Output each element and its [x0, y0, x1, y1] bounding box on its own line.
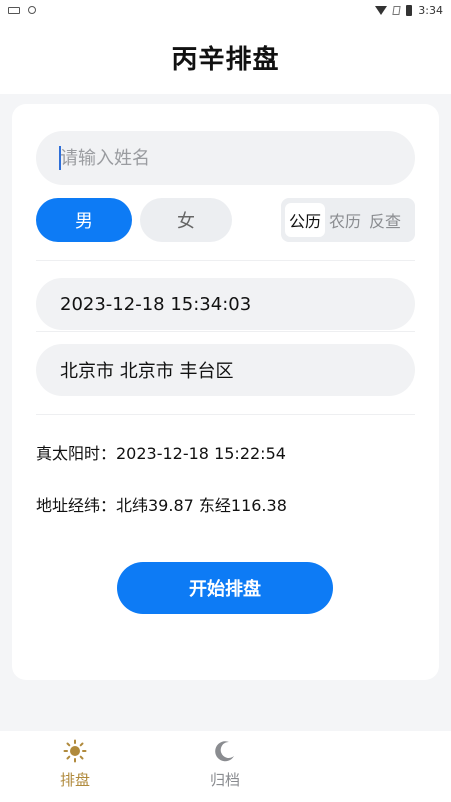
moon-icon — [215, 741, 234, 762]
nav-item-guidang[interactable]: 归档 — [185, 739, 265, 790]
text-cursor — [59, 146, 61, 170]
calendar-type-selector: 公历 农历 反查 — [281, 198, 415, 242]
address-coordinates: 地址经纬：北纬39.87 东经116.38 — [36, 496, 287, 515]
page-title: 丙辛排盘 — [171, 44, 280, 75]
divider — [36, 414, 415, 415]
nav-item-paipan[interactable]: 排盘 — [35, 739, 115, 790]
start-paipan-button[interactable]: 开始排盘 — [117, 562, 333, 614]
location-field[interactable]: 北京市 北京市 丰台区 — [36, 344, 415, 396]
datetime-field[interactable]: 2023-12-18 15:34:03 — [36, 278, 415, 330]
status-time: 3:34 — [418, 3, 443, 17]
calendar-option-lunar[interactable]: 农历 — [325, 203, 365, 237]
sim-card-icon — [392, 5, 401, 15]
name-input[interactable] — [36, 131, 415, 185]
nav-label-guidang: 归档 — [209, 771, 240, 789]
divider — [36, 260, 415, 261]
true-solar-time: 真太阳时：2023-12-18 15:22:54 — [36, 444, 286, 463]
male-button[interactable]: 男 — [36, 198, 132, 242]
female-button[interactable]: 女 — [140, 198, 232, 242]
app-header: 丙辛排盘 — [0, 20, 451, 94]
form-card: 男 女 公历 农历 反查 2023-12-18 15:34:03 北京市 北京市… — [12, 104, 439, 680]
wifi-icon — [375, 5, 388, 15]
battery-icon — [406, 4, 413, 16]
nav-label-paipan: 排盘 — [59, 771, 90, 789]
calendar-option-gregorian[interactable]: 公历 — [285, 203, 326, 237]
divider — [36, 331, 415, 332]
keyboard-icon — [8, 6, 20, 14]
sun-icon — [63, 739, 87, 763]
bottom-nav: 排盘 归档 — [0, 731, 451, 802]
android-debug-icon — [28, 6, 36, 14]
status-bar: 3:34 — [0, 0, 451, 20]
calendar-option-reverse-lookup[interactable]: 反查 — [365, 203, 405, 237]
